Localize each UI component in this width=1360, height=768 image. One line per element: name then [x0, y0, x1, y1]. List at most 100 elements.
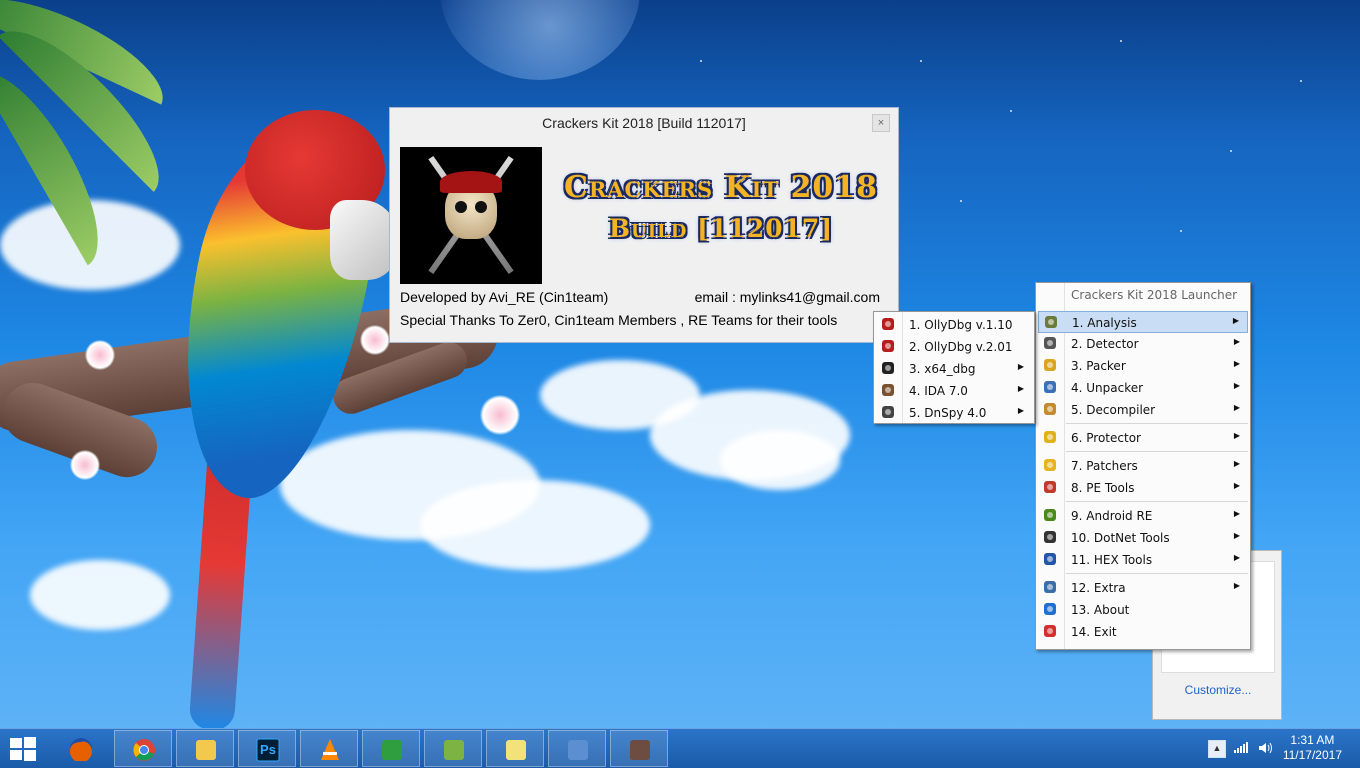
- android-icon: [1042, 508, 1058, 524]
- internet-download-manager-icon: [380, 738, 404, 762]
- launcher-item-label: 11. HEX Tools: [1071, 553, 1153, 567]
- pirate-skull-logo: [400, 147, 542, 284]
- pe-tools-icon: [1042, 480, 1058, 496]
- network-icon[interactable]: [1234, 741, 1248, 756]
- launcher-item-label: 10. DotNet Tools: [1071, 531, 1170, 545]
- developer-email: email : mylinks41@gmail.com: [694, 289, 880, 305]
- menu-separator: [1066, 573, 1248, 574]
- taskbar-chrome-button[interactable]: [114, 730, 172, 767]
- submenu-arrow-icon: ▶: [1233, 431, 1240, 440]
- launcher-item-about[interactable]: 13. About: [1038, 599, 1248, 621]
- analysis-item-dnspy-4-0[interactable]: 5. DnSpy 4.0 ▶: [876, 402, 1032, 424]
- analysis-item-ollydbg-v-1-10[interactable]: 1. OllyDbg v.1.10: [876, 314, 1032, 336]
- bug-icon: [880, 339, 896, 355]
- launcher-item-label: 13. About: [1071, 603, 1130, 617]
- taskbar-crackers-kit-button[interactable]: [610, 730, 668, 767]
- launcher-item-label: 8. PE Tools: [1071, 481, 1135, 495]
- customize-link[interactable]: Customize...: [1153, 683, 1283, 697]
- clock-date: 11/17/2017: [1282, 748, 1342, 762]
- file-explorer-icon: [194, 738, 218, 762]
- submenu-arrow-icon: ▶: [1233, 553, 1240, 562]
- launcher-item-label: 2. Detector: [1071, 337, 1139, 351]
- submenu-arrow-icon: ▶: [1233, 337, 1240, 346]
- bug-icon: [880, 317, 896, 333]
- launcher-item-label: 9. Android RE: [1071, 509, 1153, 523]
- system-clock[interactable]: 1:31 AM 11/17/2017: [1283, 733, 1342, 763]
- firefox-icon: [69, 737, 93, 763]
- analysis-item-ollydbg-v-2-01[interactable]: 2. OllyDbg v.2.01: [876, 336, 1032, 358]
- submenu-arrow-icon: ▶: [1233, 459, 1240, 468]
- taskbar-firefox-button[interactable]: [52, 730, 110, 767]
- taskbar-notepad-plus-button[interactable]: [424, 730, 482, 767]
- chrome-icon: [132, 738, 156, 762]
- launcher-menu-header: Crackers Kit 2018 Launcher: [1071, 288, 1238, 302]
- analysis-item-label: 1. OllyDbg v.1.10: [909, 318, 1013, 332]
- taskbar: Ps ▲ 1:31 AM 11/17/2017: [0, 728, 1360, 768]
- launcher-item-exit[interactable]: 14. Exit: [1038, 621, 1248, 643]
- taskbar-control-panel-button[interactable]: [548, 730, 606, 767]
- notepad-plus-icon: [442, 738, 466, 762]
- analysis-item-label: 3. x64_dbg: [909, 362, 976, 376]
- packer-icon: [1042, 358, 1058, 374]
- launcher-item-protector[interactable]: 6. Protector ▶: [1038, 427, 1248, 449]
- launcher-item-label: 1. Analysis: [1072, 316, 1137, 330]
- crackers-kit-icon: [628, 738, 652, 762]
- unpacker-icon: [1042, 380, 1058, 396]
- launcher-item-analysis[interactable]: 1. Analysis ▶: [1038, 311, 1248, 333]
- taskbar-photoshop-button[interactable]: Ps: [238, 730, 296, 767]
- x64dbg-icon: [880, 361, 896, 377]
- submenu-arrow-icon: ▶: [1233, 403, 1240, 412]
- launcher-item-patchers[interactable]: 7. Patchers ▶: [1038, 455, 1248, 477]
- taskbar-sticky-notes-button[interactable]: [486, 730, 544, 767]
- decompiler-icon: [1042, 402, 1058, 418]
- app-logo-title: Crackers Kit 2018: [563, 170, 879, 205]
- launcher-item-label: 7. Patchers: [1071, 459, 1138, 473]
- launcher-menu: Crackers Kit 2018 Launcher 1. Analysis ▶ 2…: [1035, 282, 1251, 650]
- launcher-item-decompiler[interactable]: 5. Decompiler ▶: [1038, 399, 1248, 421]
- submenu-arrow-icon: ▶: [1233, 481, 1240, 490]
- analysis-icon: [1043, 315, 1059, 331]
- submenu-arrow-icon: ▶: [1017, 384, 1024, 393]
- dotnet-icon: [1042, 530, 1058, 546]
- crackers-kit-dialog: Crackers Kit 2018 [Build 112017] × Crack…: [389, 107, 899, 343]
- analysis-item-label: 4. IDA 7.0: [909, 384, 968, 398]
- launcher-item-android-re[interactable]: 9. Android RE ▶: [1038, 505, 1248, 527]
- launcher-item-hex-tools[interactable]: 11. HEX Tools ▶: [1038, 549, 1248, 571]
- launcher-item-detector[interactable]: 2. Detector ▶: [1038, 333, 1248, 355]
- taskbar-file-explorer-button[interactable]: [176, 730, 234, 767]
- info-icon: [1042, 602, 1058, 618]
- launcher-item-label: 14. Exit: [1071, 625, 1117, 639]
- analysis-item-x64-dbg[interactable]: 3. x64_dbg ▶: [876, 358, 1032, 380]
- app-logo-build: Build [112017]: [608, 214, 834, 243]
- start-button[interactable]: [10, 737, 36, 761]
- launcher-item-dotnet-tools[interactable]: 10. DotNet Tools ▶: [1038, 527, 1248, 549]
- launcher-item-label: 3. Packer: [1071, 359, 1126, 373]
- menu-separator: [1066, 451, 1248, 452]
- submenu-arrow-icon: ▶: [1233, 509, 1240, 518]
- special-thanks: Special Thanks To Zer0, Cin1team Members…: [400, 312, 838, 328]
- show-hidden-icons-button[interactable]: ▲: [1208, 740, 1226, 758]
- patchers-icon: [1042, 458, 1058, 474]
- menu-separator: [1066, 501, 1248, 502]
- detector-icon: [1042, 336, 1058, 352]
- submenu-arrow-icon: ▶: [1017, 406, 1024, 415]
- analysis-item-ida-7-0[interactable]: 4. IDA 7.0 ▶: [876, 380, 1032, 402]
- taskbar-internet-download-manager-button[interactable]: [362, 730, 420, 767]
- control-panel-icon: [566, 738, 590, 762]
- volume-icon[interactable]: [1258, 741, 1272, 758]
- launcher-item-unpacker[interactable]: 4. Unpacker ▶: [1038, 377, 1248, 399]
- submenu-arrow-icon: ▶: [1233, 531, 1240, 540]
- analysis-item-label: 5. DnSpy 4.0: [909, 406, 987, 420]
- launcher-item-extra[interactable]: 12. Extra ▶: [1038, 577, 1248, 599]
- launcher-item-label: 4. Unpacker: [1071, 381, 1144, 395]
- launcher-item-pe-tools[interactable]: 8. PE Tools ▶: [1038, 477, 1248, 499]
- submenu-arrow-icon: ▶: [1233, 581, 1240, 590]
- launcher-item-label: 5. Decompiler: [1071, 403, 1156, 417]
- taskbar-vlc-button[interactable]: [300, 730, 358, 767]
- moon-decoration: [440, 0, 640, 80]
- close-button[interactable]: ×: [872, 114, 890, 132]
- dnspy-icon: [880, 405, 896, 421]
- submenu-arrow-icon: ▶: [1233, 381, 1240, 390]
- developer-credit: Developed by Avi_RE (Cin1team): [400, 289, 609, 305]
- launcher-item-packer[interactable]: 3. Packer ▶: [1038, 355, 1248, 377]
